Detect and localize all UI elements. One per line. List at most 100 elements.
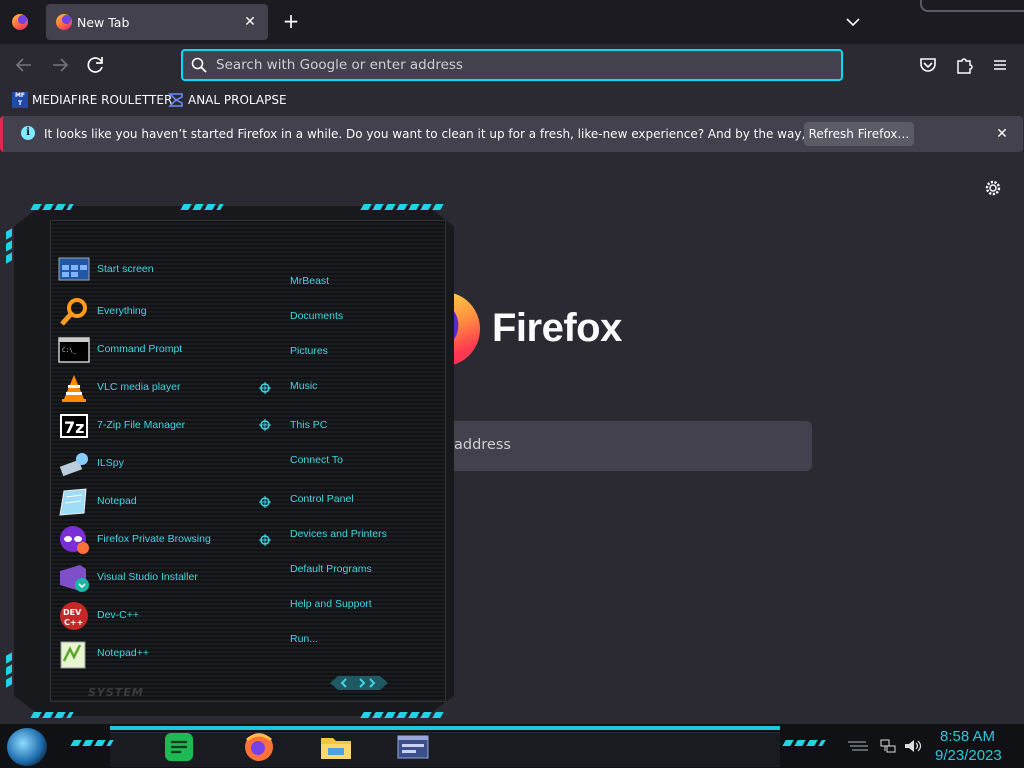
devcpp-icon: DEV C++: [60, 602, 88, 630]
menu-item-vlc[interactable]: VLC media player: [58, 371, 258, 405]
frame-accent: [6, 228, 12, 266]
menu-item-start-screen[interactable]: Start screen: [58, 253, 258, 287]
new-tab-button[interactable]: +: [279, 10, 303, 34]
menu-item-everything[interactable]: Everything: [58, 295, 258, 329]
svg-text:C++: C++: [64, 618, 83, 627]
submenu-crosshair-icon: [259, 419, 271, 431]
menu-item-label: Dev-C++: [97, 609, 140, 621]
start-menu: SYSTEM Start screen Everything C:\_ Comm…: [0, 196, 456, 724]
frame-accent: [30, 712, 74, 718]
7zip-icon: 7z: [60, 414, 88, 438]
taskbar-strip: [110, 732, 780, 767]
tray-overflow-icon[interactable]: [848, 740, 868, 752]
back-arrow-icon[interactable]: [11, 52, 37, 78]
taskbar-accent: [782, 740, 826, 746]
window-icon[interactable]: [393, 730, 433, 764]
vlc-cone-icon: [62, 375, 86, 402]
menu-item-dev-cpp[interactable]: DEV C++ Dev-C++: [58, 599, 258, 633]
menu-link-music[interactable]: Music: [290, 380, 317, 396]
menu-item-command-prompt[interactable]: C:\_ Command Prompt: [58, 333, 258, 367]
visual-studio-installer-icon: [60, 565, 89, 592]
menu-item-7zip[interactable]: 7z 7-Zip File Manager: [58, 409, 258, 443]
refresh-firefox-button[interactable]: Refresh Firefox…: [804, 122, 914, 146]
pocket-icon[interactable]: [915, 52, 941, 78]
info-icon: i: [21, 126, 35, 140]
frame-accent: [30, 204, 74, 210]
reload-icon[interactable]: [83, 52, 109, 78]
close-notification-button[interactable]: ✕: [991, 123, 1013, 145]
tab-strip: New Tab ✕ +: [0, 0, 1024, 44]
frame-accent: [360, 204, 448, 210]
network-icon[interactable]: [880, 738, 896, 754]
chevron-down-icon[interactable]: [842, 12, 864, 32]
menu-item-notepad[interactable]: Notepad: [58, 485, 258, 519]
tab-title: New Tab: [77, 15, 130, 30]
folder-icon[interactable]: [316, 730, 356, 764]
menu-item-label: VLC media player: [97, 381, 181, 393]
clock-time[interactable]: 8:58 AM: [940, 728, 995, 745]
menu-link-devices-printers[interactable]: Devices and Printers: [290, 528, 387, 544]
gear-icon[interactable]: [983, 178, 1003, 198]
frame-accent: [180, 204, 224, 210]
hamburger-menu-icon[interactable]: [987, 52, 1013, 78]
menu-item-label: Start screen: [97, 263, 154, 275]
extensions-puzzle-icon[interactable]: [951, 52, 977, 78]
menu-item-notepad-plus-plus[interactable]: Notepad++: [58, 637, 258, 671]
magnifier-icon: [60, 298, 87, 326]
close-tab-button[interactable]: ✕: [240, 12, 260, 32]
menu-link-connect-to[interactable]: Connect To: [290, 454, 343, 470]
svg-text:7z: 7z: [64, 418, 84, 437]
system-label: SYSTEM: [88, 686, 144, 699]
bookmark-mediafire-rouletter[interactable]: MF T MEDIAFIRE ROULETTER: [12, 90, 172, 110]
firefox-icon[interactable]: [12, 14, 28, 30]
menu-item-label: Command Prompt: [97, 343, 183, 355]
menu-item-ilspy[interactable]: ILSpy: [58, 447, 258, 481]
sigma-icon: [168, 93, 183, 107]
notification-text: It looks like you haven’t started Firefo…: [44, 127, 900, 141]
menu-item-firefox-private-browsing[interactable]: Firefox Private Browsing: [58, 523, 258, 557]
firefox-icon: [56, 14, 72, 30]
window-corner-decoration: [920, 0, 1024, 12]
notepadpp-icon: [60, 641, 86, 669]
menu-item-label: 7-Zip File Manager: [97, 419, 186, 431]
firefox-icon[interactable]: [239, 730, 279, 764]
forward-arrow-icon[interactable]: [47, 52, 73, 78]
bookmarks-toolbar: MF T MEDIAFIRE ROULETTER ANAL PROLAPSE: [0, 86, 1024, 114]
tab-new-tab[interactable]: New Tab ✕: [46, 4, 268, 40]
address-bar[interactable]: Search with Google or enter address: [181, 49, 843, 81]
start-screen-icon: [58, 257, 90, 281]
menu-item-label: Firefox Private Browsing: [97, 533, 211, 545]
submenu-crosshair-icon: [259, 496, 271, 508]
menu-link-pictures[interactable]: Pictures: [290, 345, 328, 361]
submenu-crosshair-icon: [259, 382, 271, 394]
menu-link-help-support[interactable]: Help and Support: [290, 598, 372, 614]
menu-link-mrbeast[interactable]: MrBeast: [290, 275, 329, 291]
newtab-search-placeholder: address: [454, 437, 511, 453]
menu-link-run[interactable]: Run...: [290, 633, 318, 649]
svg-text:DEV: DEV: [63, 608, 82, 617]
menu-pager-arrows-icon[interactable]: [330, 676, 388, 690]
address-placeholder: Search with Google or enter address: [216, 57, 463, 73]
taskbar-accent-bar: [110, 726, 780, 730]
taskbar-accent: [70, 740, 114, 746]
bookmark-anal-prolapse[interactable]: ANAL PROLAPSE: [168, 90, 288, 110]
clock-date[interactable]: 9/23/2023: [935, 747, 1002, 764]
submenu-crosshair-icon: [259, 534, 271, 546]
firefox-wordmark: Firefox: [492, 306, 622, 350]
menu-item-label: Notepad++: [97, 647, 149, 659]
menu-link-control-panel[interactable]: Control Panel: [290, 493, 354, 509]
notification-bar: i It looks like you haven’t started Fire…: [0, 116, 1023, 152]
menu-item-label: Everything: [97, 305, 147, 317]
bookmark-label: ANAL PROLAPSE: [188, 93, 287, 107]
svg-text:C:\_: C:\_: [62, 347, 77, 354]
bookmark-label: MEDIAFIRE ROULETTER: [32, 93, 173, 107]
notes-icon[interactable]: [159, 730, 199, 764]
menu-item-label: ILSpy: [97, 457, 124, 469]
menu-link-this-pc[interactable]: This PC: [290, 419, 327, 435]
menu-link-default-programs[interactable]: Default Programs: [290, 563, 372, 579]
menu-link-documents[interactable]: Documents: [290, 310, 343, 326]
volume-icon[interactable]: [904, 738, 922, 754]
menu-item-label: Notepad: [97, 495, 137, 507]
start-button[interactable]: [7, 728, 47, 766]
menu-item-visual-studio-installer[interactable]: Visual Studio Installer: [58, 561, 258, 595]
